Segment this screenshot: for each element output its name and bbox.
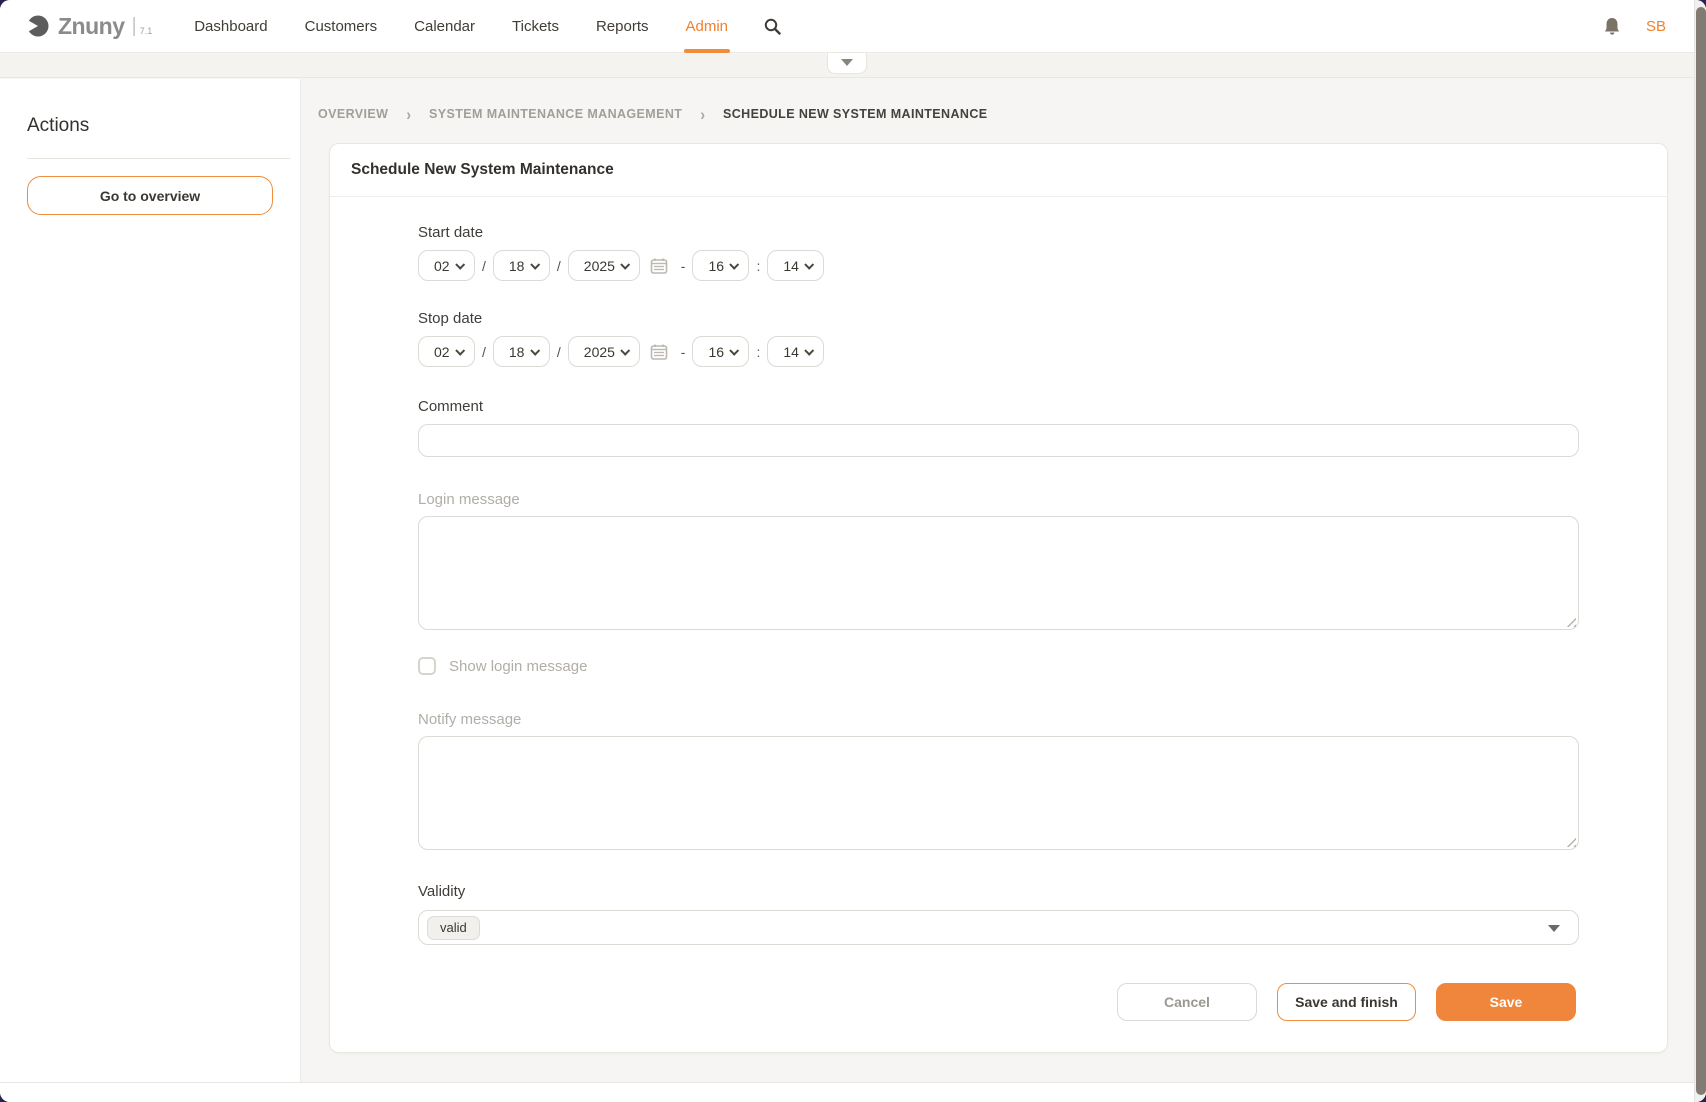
save-button[interactable]: Save — [1436, 983, 1576, 1021]
stop-year-select[interactable]: 2025 — [568, 336, 640, 367]
stop-date-row: 02 / 18 / 2025 — [418, 336, 1576, 367]
validity-selected-chip[interactable]: valid — [427, 916, 480, 940]
main-nav: Dashboard Customers Calendar Tickets Rep… — [194, 0, 728, 52]
vertical-scrollbar[interactable] — [1694, 0, 1706, 1102]
card-header: Schedule New System Maintenance — [330, 144, 1667, 197]
show-login-message-checkbox[interactable] — [418, 657, 436, 675]
active-nav-underline — [684, 49, 730, 53]
date-separator: / — [557, 258, 561, 274]
nav-item-calendar[interactable]: Calendar — [414, 0, 475, 52]
start-date-label: Start date — [418, 224, 1576, 241]
start-year-select[interactable]: 2025 — [568, 250, 640, 281]
breadcrumb-overview[interactable]: OVERVIEW — [318, 107, 388, 121]
chevron-down-icon — [620, 346, 630, 356]
toolbar-collapse-toggle[interactable] — [827, 52, 867, 74]
stop-date-label: Stop date — [418, 310, 1576, 327]
page-footer — [0, 1082, 1706, 1102]
start-minute-select[interactable]: 14 — [767, 250, 824, 281]
nav-item-dashboard[interactable]: Dashboard — [194, 0, 267, 52]
triangle-down-icon — [1548, 925, 1560, 932]
brand-name: Znuny — [58, 13, 125, 40]
app-window: Znuny | 7.1 Dashboard Customers Calendar… — [0, 0, 1706, 1102]
top-navbar: Znuny | 7.1 Dashboard Customers Calendar… — [0, 0, 1706, 53]
chevron-down-icon — [730, 260, 740, 270]
time-separator: : — [756, 258, 760, 274]
start-month-select[interactable]: 02 — [418, 250, 475, 281]
notify-message-textarea[interactable] — [418, 736, 1579, 850]
show-login-message-label: Show login message — [449, 658, 587, 675]
navbar-right: SB — [1602, 16, 1666, 37]
chevron-down-icon — [530, 346, 540, 356]
sidebar-title: Actions — [27, 115, 300, 137]
breadcrumb-system-maintenance-management[interactable]: SYSTEM MAINTENANCE MANAGEMENT — [429, 107, 682, 121]
notifications-bell-icon[interactable] — [1602, 16, 1622, 37]
chevron-down-icon — [455, 260, 465, 270]
date-separator: / — [557, 344, 561, 360]
stop-month-select[interactable]: 02 — [418, 336, 475, 367]
sidebar-divider — [27, 158, 290, 159]
breadcrumb: OVERVIEW › SYSTEM MAINTENANCE MANAGEMENT… — [318, 106, 1694, 122]
range-separator: - — [681, 344, 686, 360]
date-separator: / — [482, 344, 486, 360]
breadcrumb-chevron-icon: › — [406, 104, 411, 123]
search-icon[interactable] — [764, 18, 781, 35]
schedule-maintenance-card: Schedule New System Maintenance Start da… — [329, 143, 1668, 1053]
breadcrumb-chevron-icon: › — [700, 104, 705, 123]
main-content: OVERVIEW › SYSTEM MAINTENANCE MANAGEMENT… — [301, 79, 1694, 1082]
brand-separator: | — [132, 15, 137, 38]
stop-day-select[interactable]: 18 — [493, 336, 550, 367]
comment-label: Comment — [418, 398, 1576, 415]
chevron-down-icon — [530, 260, 540, 270]
comment-input[interactable] — [418, 424, 1579, 457]
toolbar-strip — [0, 54, 1706, 78]
calendar-icon[interactable] — [650, 343, 668, 361]
login-message-textarea[interactable] — [418, 516, 1579, 630]
znuny-logo-icon — [26, 14, 50, 38]
start-date-row: 02 / 18 / 2025 — [418, 250, 1576, 281]
scrollbar-thumb[interactable] — [1696, 7, 1706, 1095]
login-message-label: Login message — [418, 491, 1576, 508]
time-separator: : — [756, 344, 760, 360]
brand-version: 7.1 — [140, 26, 153, 36]
nav-item-tickets[interactable]: Tickets — [512, 0, 559, 52]
cancel-button[interactable]: Cancel — [1117, 983, 1257, 1021]
chevron-down-icon — [805, 346, 815, 356]
start-hour-select[interactable]: 16 — [692, 250, 749, 281]
breadcrumb-current-page: SCHEDULE NEW SYSTEM MAINTENANCE — [723, 107, 988, 121]
nav-item-admin[interactable]: Admin — [686, 0, 729, 52]
user-avatar-initials[interactable]: SB — [1646, 18, 1666, 35]
notify-message-field — [418, 736, 1579, 850]
chevron-down-icon — [805, 260, 815, 270]
brand[interactable]: Znuny | 7.1 — [26, 13, 152, 40]
save-and-finish-button[interactable]: Save and finish — [1277, 983, 1416, 1021]
validity-label: Validity — [418, 883, 1576, 900]
maintenance-form: Start date 02 / 18 / 2025 — [330, 197, 1667, 945]
login-message-field — [418, 516, 1579, 630]
nav-item-customers[interactable]: Customers — [305, 0, 378, 52]
go-to-overview-button[interactable]: Go to overview — [27, 176, 273, 215]
chevron-down-icon — [841, 59, 853, 66]
range-separator: - — [681, 258, 686, 274]
stop-hour-select[interactable]: 16 — [692, 336, 749, 367]
date-separator: / — [482, 258, 486, 274]
calendar-icon[interactable] — [650, 257, 668, 275]
validity-select[interactable]: valid — [418, 910, 1579, 945]
chevron-down-icon — [455, 346, 465, 356]
start-day-select[interactable]: 18 — [493, 250, 550, 281]
page-title: Schedule New System Maintenance — [351, 161, 614, 179]
chevron-down-icon — [730, 346, 740, 356]
show-login-message-row: Show login message — [418, 657, 1576, 675]
actions-sidebar: Actions Go to overview — [0, 79, 301, 1082]
nav-item-reports[interactable]: Reports — [596, 0, 649, 52]
stop-minute-select[interactable]: 14 — [767, 336, 824, 367]
form-actions: Cancel Save and finish Save — [330, 945, 1667, 1021]
notify-message-label: Notify message — [418, 711, 1576, 728]
chevron-down-icon — [620, 260, 630, 270]
